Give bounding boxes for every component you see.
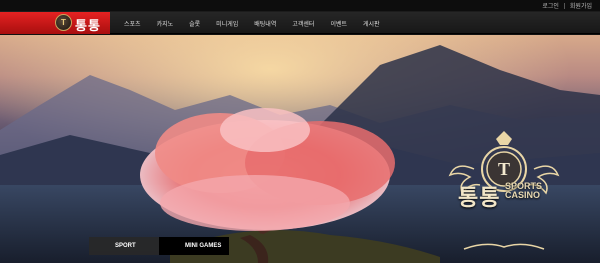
auth-links: 로그인 회원가입 (542, 1, 592, 10)
top-utility-bar: 로그인 회원가입 (0, 0, 600, 12)
nav-menu: 스포츠 카지노 슬롯 미니게임 배팅내역 고객센터 이벤트 게시판 (124, 12, 396, 34)
nav-item-board[interactable]: 게시판 (363, 19, 380, 28)
emblem-title: 통통 (458, 185, 501, 210)
nav-item-customer-center[interactable]: 고객센터 (292, 19, 314, 28)
logo-text: 통통 (75, 18, 101, 33)
tab-mini-games[interactable]: MINI GAMES (159, 237, 229, 255)
nav-item-casino[interactable]: 카지노 (157, 19, 174, 28)
emblem-letter: T (498, 159, 510, 179)
nav-item-bet-history[interactable]: 배팅내역 (254, 19, 276, 28)
tab-sport[interactable]: SPORT (89, 237, 159, 255)
main-navbar: T 통통 스포츠 카지노 슬롯 미니게임 배팅내역 고객센터 이벤트 게시판 (0, 12, 600, 34)
nav-item-slot[interactable]: 슬롯 (189, 19, 200, 28)
register-link[interactable]: 회원가입 (570, 1, 592, 10)
nav-item-event[interactable]: 이벤트 (330, 19, 347, 28)
nav-item-minigame[interactable]: 미니게임 (216, 19, 238, 28)
hero-banner: T 통통 SPORTS CASINO (0, 35, 600, 263)
emblem-subtitle: SPORTS CASINO (505, 182, 542, 200)
auth-divider (563, 2, 565, 9)
logo-emblem-icon: T (55, 14, 72, 31)
login-link[interactable]: 로그인 (542, 1, 559, 10)
nav-item-sports[interactable]: 스포츠 (124, 19, 141, 28)
emblem-subtitle-line2: CASINO (505, 190, 541, 200)
game-tabs: SPORT MINI GAMES (89, 237, 229, 255)
logo-block[interactable]: T 통통 (0, 12, 110, 34)
